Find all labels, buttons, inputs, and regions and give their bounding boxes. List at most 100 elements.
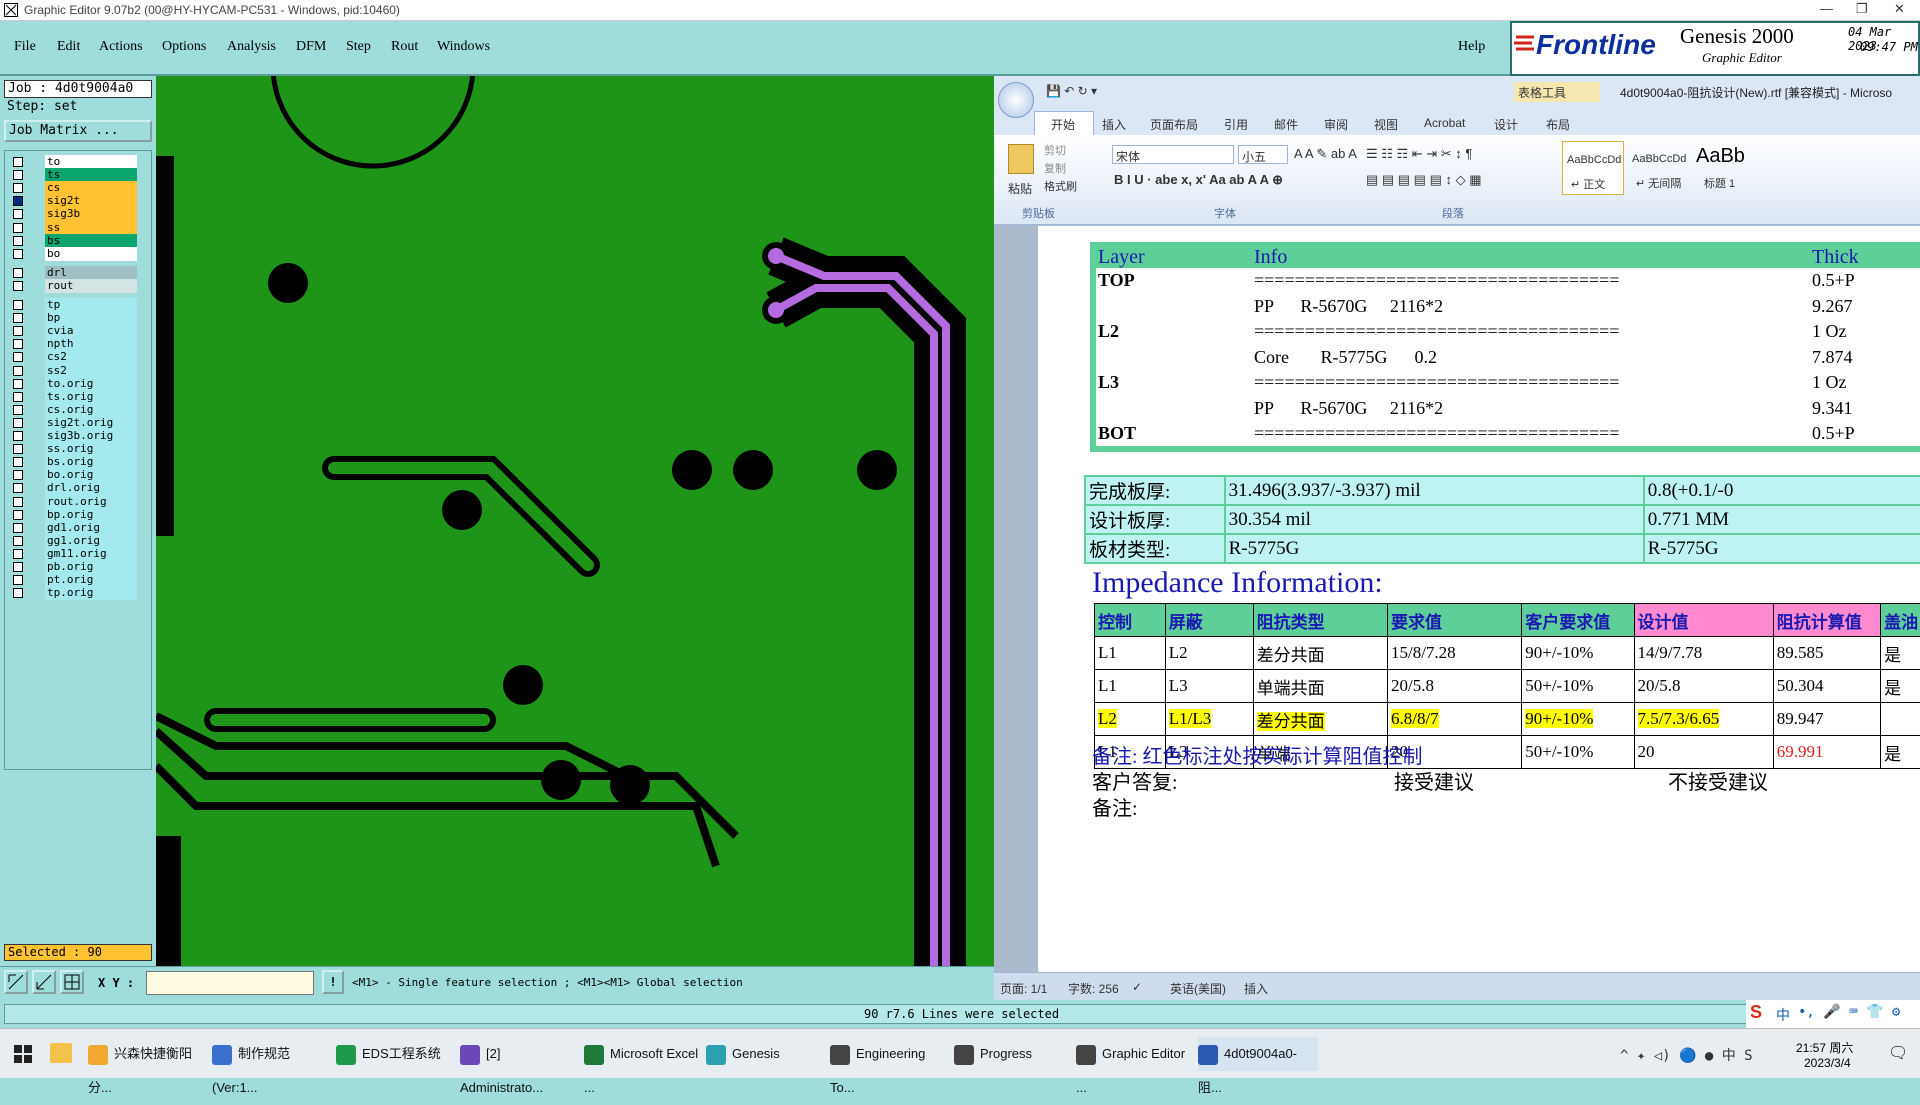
layer-checkbox[interactable]	[13, 392, 23, 402]
taskbar-item[interactable]: EDS工程系统	[336, 1037, 456, 1071]
layer-name[interactable]: to.orig	[45, 377, 137, 391]
tab-design[interactable]: 设计	[1494, 116, 1518, 133]
layer-row-ss[interactable]: ss	[13, 221, 129, 235]
layer-name[interactable]: drl	[45, 266, 137, 280]
font-style-buttons[interactable]: B I U · abe x, x' Aa ab A A ⊕	[1114, 172, 1283, 188]
layer-name[interactable]: gm11.orig	[45, 547, 137, 561]
list-buttons[interactable]: ☰ ☷ ☶ ⇤ ⇥ ✂ ↕ ¶	[1366, 146, 1472, 162]
layer-name[interactable]: rout	[45, 279, 137, 293]
clock-date[interactable]: 2023/3/4	[1804, 1056, 1851, 1070]
paste-icon[interactable]	[1008, 144, 1034, 174]
quick-access-icons[interactable]: 💾 ↶ ↻ ▾	[1046, 84, 1097, 98]
style-heading1[interactable]: AaBb标题 1	[1694, 141, 1760, 195]
layer-row-cs-orig[interactable]: cs.orig	[13, 403, 129, 417]
tab-mailings[interactable]: 邮件	[1274, 116, 1298, 133]
layer-row-rout[interactable]: rout	[13, 279, 129, 293]
job-matrix-button[interactable]: Job Matrix ...	[4, 120, 152, 142]
windows-start-icon[interactable]	[14, 1045, 32, 1063]
layer-row-cs[interactable]: cs	[13, 181, 129, 195]
insert-mode[interactable]: 插入	[1244, 980, 1268, 997]
layer-checkbox[interactable]	[13, 444, 23, 454]
file-explorer-icon[interactable]	[50, 1043, 72, 1063]
layer-checkbox[interactable]	[13, 268, 23, 278]
menu-analysis[interactable]: Analysis	[227, 39, 276, 55]
tab-review[interactable]: 审阅	[1324, 116, 1348, 133]
tray-icons[interactable]: ^ ✦ ◁) 🔵 ● 中 S	[1620, 1045, 1753, 1065]
layer-name[interactable]: bp	[45, 311, 137, 325]
layer-checkbox[interactable]	[13, 157, 23, 167]
layer-checkbox[interactable]	[13, 196, 23, 206]
taskbar-item[interactable]: 制作规范 (Ver:1...	[212, 1037, 332, 1071]
graphic-canvas[interactable]	[156, 76, 994, 966]
menu-edit[interactable]: Edit	[57, 39, 80, 55]
layer-row-bs-orig[interactable]: bs.orig	[13, 455, 129, 469]
tab-view[interactable]: 视图	[1374, 116, 1398, 133]
style-normal[interactable]: AaBbCcDd↵ 正文	[1562, 141, 1624, 195]
layer-row-rout-orig[interactable]: rout.orig	[13, 495, 129, 509]
layer-row-gd1-orig[interactable]: gd1.orig	[13, 521, 129, 535]
layer-checkbox[interactable]	[13, 470, 23, 480]
layer-row-tp[interactable]: tp	[13, 298, 129, 312]
layer-name[interactable]: pt.orig	[45, 573, 137, 587]
layer-name[interactable]: ss.orig	[45, 442, 137, 456]
layer-row-sig3b-orig[interactable]: sig3b.orig	[13, 429, 129, 443]
layer-row-drl[interactable]: drl	[13, 266, 129, 280]
layer-name[interactable]: cvia	[45, 324, 137, 338]
minimize-icon[interactable]: —	[1820, 1, 1833, 16]
layer-checkbox[interactable]	[13, 562, 23, 572]
taskbar-item[interactable]: Microsoft Excel ...	[584, 1037, 704, 1071]
layer-checkbox[interactable]	[13, 418, 23, 428]
layer-name[interactable]: cs	[45, 181, 137, 195]
menu-rout[interactable]: Rout	[391, 39, 418, 55]
tab-references[interactable]: 引用	[1224, 116, 1248, 133]
format-painter-button[interactable]: 格式刷	[1044, 178, 1077, 194]
menu-file[interactable]: File	[14, 39, 36, 55]
layer-name[interactable]: ts	[45, 168, 137, 182]
ime-toolbar[interactable]: S 中 •, 🎤 ⌨ 👕 ⚙	[1746, 1000, 1920, 1028]
layer-row-cs2[interactable]: cs2	[13, 350, 129, 364]
layer-row-bo-orig[interactable]: bo.orig	[13, 468, 129, 482]
layer-checkbox[interactable]	[13, 209, 23, 219]
sogou-icon[interactable]: S	[1750, 1002, 1762, 1023]
layer-row-npth[interactable]: npth	[13, 337, 129, 351]
zoom-tool-icon[interactable]	[4, 970, 28, 994]
layer-name[interactable]: pb.orig	[45, 560, 137, 574]
alert-icon[interactable]: !	[322, 970, 344, 994]
layer-name[interactable]: npth	[45, 337, 137, 351]
layer-checkbox[interactable]	[13, 183, 23, 193]
layer-name[interactable]: tp.orig	[45, 586, 137, 600]
layer-name[interactable]: bo.orig	[45, 468, 137, 482]
layer-checkbox[interactable]	[13, 313, 23, 323]
layer-row-bo[interactable]: bo	[13, 247, 129, 261]
layer-name[interactable]: gd1.orig	[45, 521, 137, 535]
notification-icon[interactable]: 🗨	[1888, 1043, 1908, 1062]
layer-checkbox[interactable]	[13, 339, 23, 349]
layer-checkbox[interactable]	[13, 510, 23, 520]
layer-row-ss-orig[interactable]: ss.orig	[13, 442, 129, 456]
layer-row-pb-orig[interactable]: pb.orig	[13, 560, 129, 574]
font-name-select[interactable]: 宋体	[1112, 145, 1234, 164]
taskbar-item[interactable]: [2] Administrato...	[460, 1037, 580, 1071]
layer-checkbox[interactable]	[13, 588, 23, 598]
layer-name[interactable]: sig2t.orig	[45, 416, 137, 430]
office-button-icon[interactable]	[998, 82, 1034, 118]
layer-name[interactable]: ss	[45, 221, 137, 235]
layer-name[interactable]: bs	[45, 234, 137, 248]
layer-checkbox[interactable]	[13, 223, 23, 233]
pan-tool-icon[interactable]	[32, 970, 56, 994]
layer-name[interactable]: sig2t	[45, 194, 137, 208]
layer-checkbox[interactable]	[13, 170, 23, 180]
layer-name[interactable]: bp.orig	[45, 508, 137, 522]
layer-row-bp-orig[interactable]: bp.orig	[13, 508, 129, 522]
ime-mode[interactable]: 中	[1776, 1005, 1790, 1025]
menu-step[interactable]: Step	[346, 39, 371, 55]
layer-checkbox[interactable]	[13, 366, 23, 376]
layer-checkbox[interactable]	[13, 379, 23, 389]
layer-name[interactable]: sig3b.orig	[45, 429, 137, 443]
taskbar-item[interactable]: 兴森快捷衡阳分...	[88, 1037, 208, 1071]
page-indicator[interactable]: 页面: 1/1	[1000, 980, 1047, 997]
layer-checkbox[interactable]	[13, 431, 23, 441]
layer-name[interactable]: to	[45, 155, 137, 169]
layer-name[interactable]: bo	[45, 247, 137, 261]
layer-checkbox[interactable]	[13, 352, 23, 362]
